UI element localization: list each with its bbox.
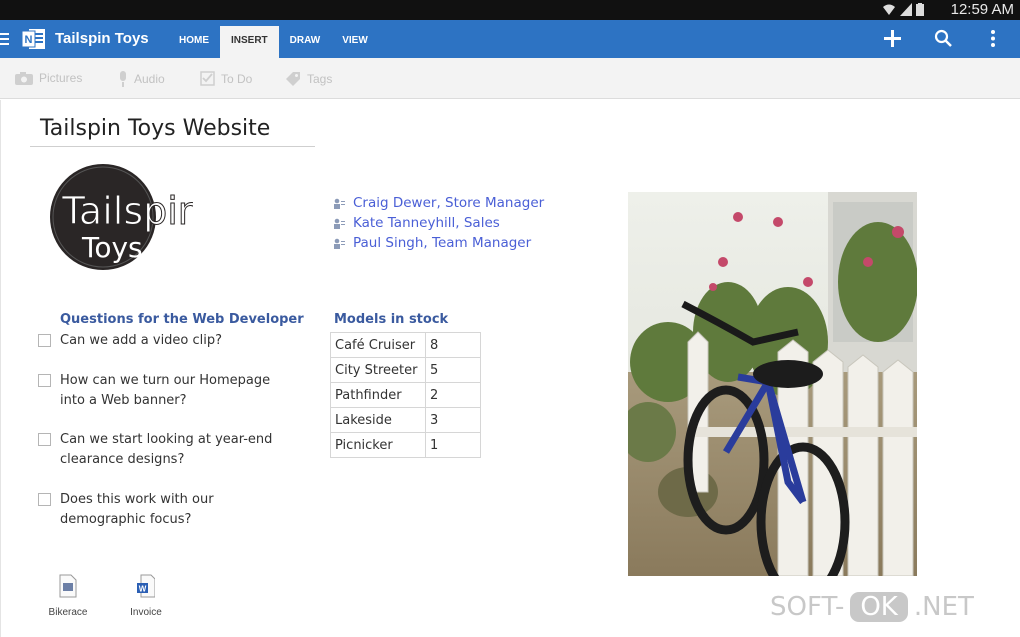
status-icons bbox=[882, 3, 924, 16]
app-bar: N Tailspin Toys HOME INSERT DRAW VIEW bbox=[0, 20, 1020, 58]
attachment-invoice[interactable]: W Invoice bbox=[122, 574, 170, 618]
todo-checkbox[interactable] bbox=[38, 374, 51, 387]
todo-checkbox[interactable] bbox=[38, 493, 51, 506]
model-count[interactable]: 5 bbox=[425, 357, 481, 383]
contact-name: Paul Singh, Team Manager bbox=[353, 235, 532, 251]
svg-text:W: W bbox=[139, 585, 147, 594]
battery-icon bbox=[916, 3, 924, 16]
models-heading: Models in stock bbox=[334, 312, 449, 327]
contacts-list: Craig Dewer, Store Manager Kate Tanneyhi… bbox=[333, 193, 544, 253]
todo-text: Can we start looking at year-end clearan… bbox=[60, 432, 273, 467]
model-name[interactable]: Lakeside bbox=[330, 407, 426, 433]
insert-audio-button[interactable]: Audio bbox=[118, 71, 165, 87]
model-name[interactable]: Pathfinder bbox=[330, 382, 426, 408]
file-icon bbox=[59, 574, 77, 598]
todo-item: How can we turn our Homepage into a Web … bbox=[38, 371, 285, 411]
models-table: Café Cruiser 8 City Streeter 5 Pathfinder 2… bbox=[330, 332, 481, 458]
tailspin-toys-logo: Tailspin Toys bbox=[50, 164, 193, 270]
logo-line1: Tailspin bbox=[61, 189, 193, 233]
table-row: Pathfinder 2 bbox=[330, 382, 481, 408]
contact-name: Craig Dewer, Store Manager bbox=[353, 195, 545, 211]
attachment-label: Bikerace bbox=[48, 607, 88, 618]
signal-icon bbox=[900, 3, 912, 16]
todo-label: To Do bbox=[221, 71, 253, 86]
watermark-ok: OK bbox=[850, 592, 908, 622]
model-count[interactable]: 2 bbox=[425, 382, 481, 408]
contact-name: Kate Tanneyhill, Sales bbox=[353, 215, 500, 231]
status-time: 12:59 AM bbox=[950, 1, 1014, 18]
add-icon[interactable] bbox=[883, 29, 902, 48]
tab-draw[interactable]: DRAW bbox=[279, 20, 332, 58]
watermark: SOFT- OK .NET bbox=[770, 592, 974, 622]
ribbon-tabs: HOME INSERT DRAW VIEW bbox=[168, 20, 379, 58]
camera-icon bbox=[15, 71, 33, 85]
table-row: City Streeter 5 bbox=[330, 357, 481, 383]
table-row: Picnicker 1 bbox=[330, 432, 481, 458]
model-name[interactable]: Picnicker bbox=[330, 432, 426, 458]
contact-icon bbox=[334, 238, 345, 249]
status-bar: 12:59 AM bbox=[0, 0, 1020, 20]
tag-icon bbox=[286, 72, 300, 86]
contact-icon bbox=[334, 198, 345, 209]
microphone-icon bbox=[120, 71, 126, 87]
questions-heading: Questions for the Web Developer bbox=[60, 312, 304, 327]
todo-text: Does this work with our demographic focu… bbox=[60, 492, 214, 527]
svg-text:N: N bbox=[25, 34, 33, 46]
contact-item[interactable]: Kate Tanneyhill, Sales bbox=[333, 213, 544, 233]
todo-item: Can we start looking at year-end clearan… bbox=[38, 430, 285, 470]
table-row: Lakeside 3 bbox=[330, 407, 481, 433]
todo-text: Can we add a video clip? bbox=[60, 333, 223, 348]
table-row: Café Cruiser 8 bbox=[330, 332, 481, 358]
page-edge-divider bbox=[0, 100, 1, 637]
attachment-label: Invoice bbox=[130, 607, 162, 618]
wifi-icon bbox=[883, 4, 895, 15]
tab-insert[interactable]: INSERT bbox=[220, 26, 279, 58]
checkbox-icon bbox=[200, 71, 215, 86]
contact-icon bbox=[334, 218, 345, 229]
contact-item[interactable]: Paul Singh, Team Manager bbox=[333, 233, 544, 253]
word-document-icon: W bbox=[137, 574, 156, 598]
menu-icon[interactable] bbox=[0, 30, 10, 48]
model-name[interactable]: City Streeter bbox=[330, 357, 426, 383]
tab-view[interactable]: VIEW bbox=[331, 20, 379, 58]
watermark-left: SOFT- bbox=[770, 592, 845, 622]
todo-text: How can we turn our Homepage into a Web … bbox=[60, 373, 271, 408]
tab-home[interactable]: HOME bbox=[168, 20, 220, 58]
watermark-right: .NET bbox=[913, 592, 974, 622]
logo-line2: Toys bbox=[81, 231, 143, 264]
page-title[interactable]: Tailspin Toys Website bbox=[40, 116, 270, 141]
todo-item: Does this work with our demographic focu… bbox=[38, 490, 260, 530]
model-count[interactable]: 3 bbox=[425, 407, 481, 433]
contact-item[interactable]: Craig Dewer, Store Manager bbox=[333, 193, 544, 213]
insert-tags-button[interactable]: Tags bbox=[285, 71, 332, 86]
attachment-bikerace[interactable]: Bikerace bbox=[44, 574, 92, 618]
notebook-title[interactable]: Tailspin Toys bbox=[55, 30, 149, 47]
onenote-logo-icon: N bbox=[21, 29, 45, 49]
model-name[interactable]: Café Cruiser bbox=[330, 332, 426, 358]
more-options-icon[interactable] bbox=[989, 29, 997, 48]
todo-item: Can we add a video clip? bbox=[38, 331, 300, 351]
todo-checkbox[interactable] bbox=[38, 334, 51, 347]
search-icon[interactable] bbox=[934, 29, 953, 48]
pictures-label: Pictures bbox=[39, 71, 83, 85]
title-underline bbox=[30, 146, 315, 147]
audio-label: Audio bbox=[134, 72, 165, 86]
model-count[interactable]: 1 bbox=[425, 432, 481, 458]
todo-checkbox[interactable] bbox=[38, 433, 51, 446]
tags-label: Tags bbox=[307, 71, 333, 86]
model-count[interactable]: 8 bbox=[425, 332, 481, 358]
insert-ribbon: Pictures Audio To Do Tags bbox=[0, 58, 1020, 99]
insert-todo-button[interactable]: To Do bbox=[200, 71, 252, 86]
bicycle-photo[interactable] bbox=[628, 192, 917, 576]
insert-pictures-button[interactable]: Pictures bbox=[15, 71, 82, 85]
